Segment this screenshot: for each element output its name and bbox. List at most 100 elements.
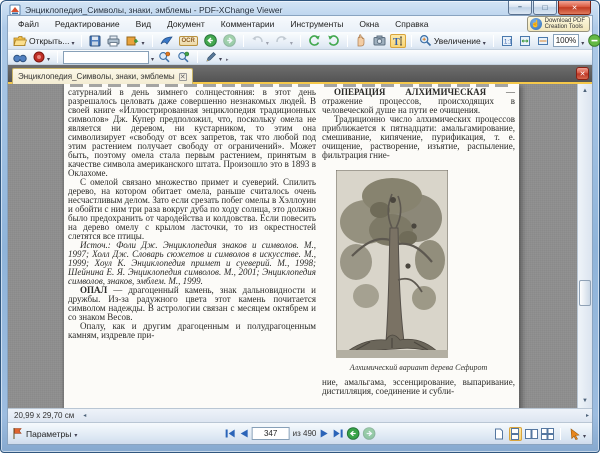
figure-caption: Алхимический вариант дерева Сефирот	[322, 363, 515, 372]
find-text-input[interactable]	[63, 51, 149, 64]
paragraph: ние, амальгама, эссенцирование, выпарива…	[322, 378, 515, 396]
search-options-button[interactable]	[31, 47, 52, 67]
menu-comments[interactable]: Комментарии	[221, 19, 275, 29]
maximize-icon	[543, 3, 548, 12]
options-label: Параметры	[26, 429, 71, 439]
fit-width-icon	[537, 35, 549, 47]
rotate-cw-icon	[327, 34, 340, 47]
pdf-page: сатурналий в день зимнего солнцестояния:…	[64, 84, 519, 408]
go-back-button[interactable]	[202, 33, 219, 48]
arrow-down-icon	[582, 398, 588, 404]
previous-page-button[interactable]	[239, 428, 249, 439]
next-page-button[interactable]	[319, 428, 329, 439]
print-button[interactable]	[105, 34, 122, 48]
actual-size-button[interactable]: 1:1	[499, 34, 515, 48]
flag-icon	[12, 427, 23, 440]
email-button[interactable]	[158, 34, 175, 47]
go-forward-button[interactable]	[221, 33, 238, 48]
find-next-button[interactable]	[175, 50, 192, 64]
menu-file[interactable]: Файл	[18, 19, 39, 29]
find-previous-button[interactable]	[156, 50, 173, 64]
chevron-down-icon	[141, 32, 144, 50]
snapshot-tool-button[interactable]	[371, 34, 388, 47]
previous-view-button[interactable]	[346, 427, 359, 440]
menu-tools[interactable]: Инструменты	[290, 19, 343, 29]
download-pdf-tools-badge[interactable]: Download PDFCreation Tools	[527, 16, 590, 32]
document-tab[interactable]: Энциклопедия_Символы, знаки, эмблемы	[12, 68, 193, 84]
save-button[interactable]	[87, 34, 103, 48]
separator	[197, 51, 198, 63]
first-page-button[interactable]	[225, 428, 236, 439]
separator	[243, 35, 244, 47]
maximize-button[interactable]	[533, 1, 557, 15]
vertical-scroll-thumb[interactable]	[579, 280, 591, 306]
menu-edit[interactable]: Редактирование	[55, 19, 120, 29]
toolbar-overflow-chevron[interactable]	[226, 48, 229, 66]
last-page-button[interactable]	[332, 428, 343, 439]
options-button[interactable]: Параметры	[12, 427, 77, 440]
entry-opal: ОПАЛ — драгоценный камень, знак дальнови…	[68, 286, 316, 322]
fit-width-button[interactable]	[535, 34, 551, 48]
find-history-caret[interactable]	[151, 48, 154, 66]
entry-operation: ОПЕРАЦИЯ АЛХИМИЧЕСКАЯ — отражение процес…	[322, 88, 515, 115]
scroll-down-button[interactable]	[578, 394, 592, 408]
menu-help[interactable]: Справка	[395, 19, 428, 29]
separator	[411, 35, 412, 47]
facing-pages-layout-button[interactable]	[525, 427, 538, 441]
arrow-right-icon	[586, 413, 589, 419]
menu-view[interactable]: Вид	[136, 19, 151, 29]
hand-tool-button[interactable]	[353, 33, 369, 48]
minimize-button[interactable]	[508, 1, 532, 15]
zoom-out-button[interactable]	[586, 33, 600, 48]
chevron-down-icon	[583, 425, 586, 443]
continuous-layout-button[interactable]	[509, 427, 522, 441]
next-view-button[interactable]	[362, 427, 375, 440]
minimize-icon	[518, 4, 522, 11]
vertical-scrollbar[interactable]	[577, 84, 592, 408]
rotate-ccw-button[interactable]	[306, 33, 323, 48]
fit-page-button[interactable]	[517, 34, 533, 48]
zoom-level-combobox[interactable]: 100%	[553, 34, 579, 47]
menu-document[interactable]: Документ	[167, 19, 205, 29]
scroll-up-button[interactable]	[578, 84, 592, 98]
fit-page-icon	[519, 35, 531, 47]
export-button[interactable]	[124, 31, 146, 51]
open-folder-icon	[13, 35, 27, 47]
redo-button[interactable]	[273, 31, 295, 51]
continuous-facing-layout-button[interactable]	[541, 427, 554, 441]
undo-button[interactable]	[249, 31, 271, 51]
find-next-icon	[177, 51, 190, 63]
search-button[interactable]	[11, 51, 29, 64]
badge-text: Download PDFCreation Tools	[545, 18, 585, 31]
single-page-layout-button[interactable]	[493, 427, 506, 441]
chevron-down-icon	[483, 32, 486, 50]
zoom-level-value: 100%	[556, 36, 576, 45]
tab-close-button[interactable]	[179, 73, 187, 81]
close-document-button[interactable]	[576, 67, 589, 80]
print-icon	[107, 35, 120, 47]
menu-windows[interactable]: Окна	[359, 19, 379, 29]
close-button[interactable]	[558, 1, 591, 15]
zoom-combo-caret[interactable]	[581, 32, 584, 50]
layout-controls	[493, 424, 588, 444]
pen-tool-button[interactable]	[203, 47, 224, 67]
page-number-input[interactable]: 347	[252, 427, 290, 440]
select-text-tool-button[interactable]: T	[390, 34, 406, 48]
document-tab-bar: Энциклопедия_Символы, знаки, эмблемы	[8, 65, 592, 84]
scroll-left-button[interactable]	[80, 412, 89, 419]
actual-size-icon: 1:1	[501, 35, 513, 47]
arrow-left-icon	[83, 413, 86, 419]
exclusive-mode-button[interactable]	[567, 424, 588, 444]
pen-icon	[205, 51, 217, 63]
scroll-right-button[interactable]	[583, 412, 592, 419]
app-window: Энциклопедия_Символы, знаки, эмблемы - P…	[0, 0, 600, 453]
hand-pointer-icon	[530, 18, 542, 30]
page-navigation: 347 из 490	[225, 427, 376, 440]
page-number-value: 347	[264, 429, 277, 438]
zoom-tool-button[interactable]: Увеличение	[417, 31, 488, 51]
ocr-button[interactable]: OCR	[177, 35, 200, 47]
rotate-cw-button[interactable]	[325, 33, 342, 48]
chevron-down-icon	[266, 32, 269, 50]
rotate-ccw-icon	[308, 34, 321, 47]
chevron-down-icon	[71, 32, 74, 50]
